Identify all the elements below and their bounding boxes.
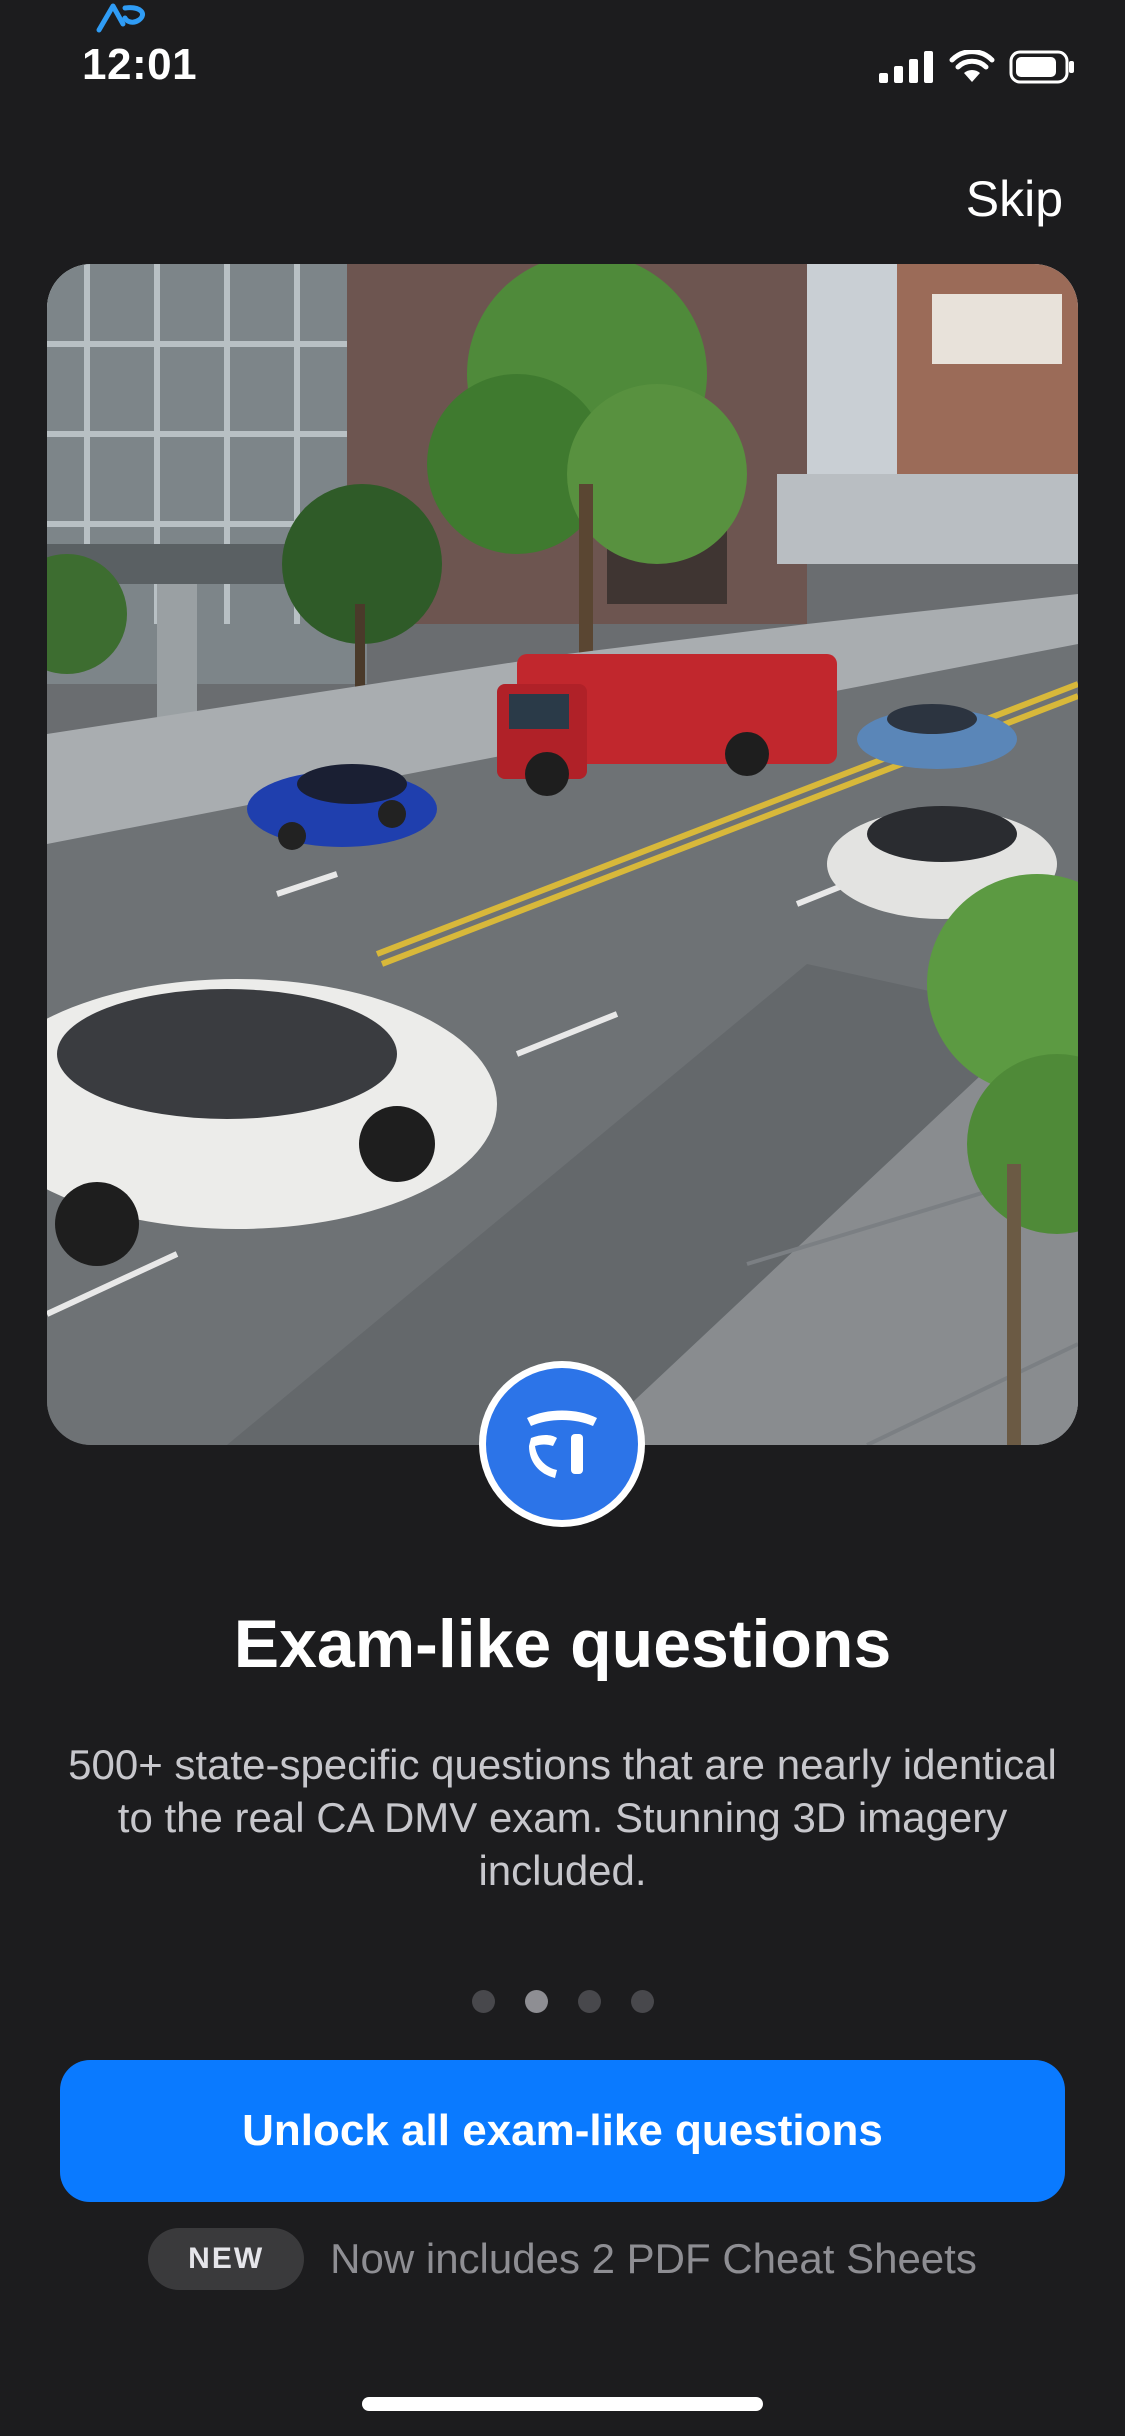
page-dot-2[interactable] (524, 1990, 548, 2013)
promo-text: Now includes 2 PDF Cheat Sheets (330, 2235, 977, 2282)
status-time: 12:01 (82, 40, 198, 89)
signal-icon (879, 51, 933, 83)
page-dot-3[interactable] (577, 1990, 601, 2013)
page-dot-4[interactable] (630, 1990, 654, 2013)
street-scene-illustration (47, 264, 1078, 1445)
page-dot-1[interactable] (471, 1990, 495, 2013)
unlock-button[interactable]: Unlock all exam-like questions (60, 2060, 1065, 2202)
feature-title: Exam-like questions (233, 1606, 892, 1682)
feature-description: 500+ state-specific questions that are n… (68, 1741, 1057, 1894)
battery-icon (1009, 50, 1074, 84)
page-indicator (0, 1990, 1125, 2013)
wifi-icon (949, 50, 995, 82)
badge-circle (486, 1368, 638, 1520)
app-logo-icon (96, 3, 145, 33)
shield-logo-icon (527, 1410, 597, 1478)
hero-image (47, 264, 1078, 1445)
onboarding-screen: 12:01 Skip Exam-like questions 500+ stat… (0, 0, 1125, 2436)
home-indicator[interactable] (362, 2397, 763, 2411)
skip-button[interactable]: Skip (966, 170, 1063, 228)
promo-row: NEW Now includes 2 PDF Cheat Sheets (0, 2228, 1125, 2290)
feature-badge (479, 1361, 645, 1527)
status-icons (879, 50, 1075, 84)
new-badge: NEW (148, 2228, 305, 2290)
status-bar: 12:01 (0, 0, 1125, 130)
